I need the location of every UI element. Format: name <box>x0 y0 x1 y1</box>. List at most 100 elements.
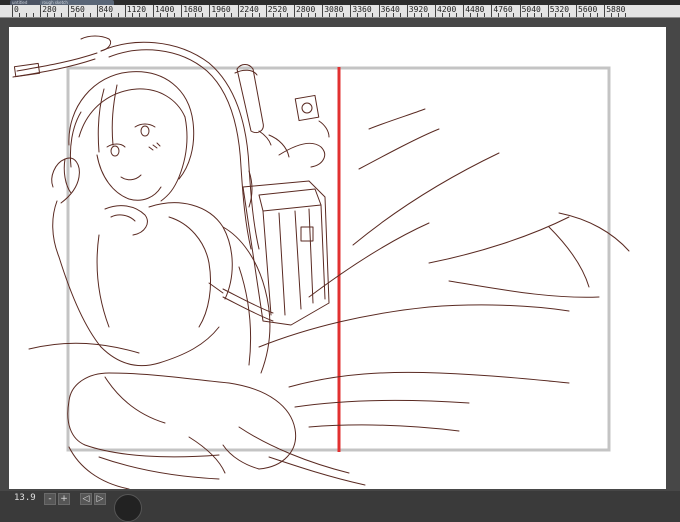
ruler-tick <box>265 5 267 17</box>
ruler-minor-tick <box>618 13 620 17</box>
ruler-minor-tick <box>371 13 373 17</box>
ruler-minor-tick <box>272 13 274 17</box>
ruler-minor-tick <box>286 13 288 17</box>
ruler-tick <box>547 5 549 17</box>
ruler-tick <box>181 5 183 17</box>
character-sketch <box>12 35 630 489</box>
ruler-tick-label: 1120 <box>126 5 147 14</box>
horizontal-ruler[interactable]: 0 280 560 840 1120 1400 1680 1960 2240 2520 2800 30… <box>0 5 680 18</box>
ruler-tick <box>519 5 521 17</box>
ruler-minor-tick <box>202 13 204 17</box>
sketch-layer <box>12 35 630 489</box>
ruler-tick-label: 4760 <box>493 5 513 14</box>
ruler-tick-label: 5040 <box>521 5 541 14</box>
ruler-minor-tick <box>174 13 176 17</box>
ruler-minor-tick <box>145 13 147 17</box>
ruler-tick-label: 2520 <box>267 5 288 14</box>
ruler-minor-tick <box>336 13 338 17</box>
ruler-minor-tick <box>131 13 133 17</box>
ruler-tick <box>350 5 352 17</box>
ruler-minor-tick <box>258 13 260 17</box>
ruler-minor-tick <box>19 13 21 17</box>
ruler-minor-tick <box>512 13 514 17</box>
ruler-tick <box>463 5 465 17</box>
ruler-minor-tick <box>244 13 246 17</box>
ruler-minor-tick <box>357 13 359 17</box>
ruler-tick <box>96 5 98 17</box>
ruler-tick <box>322 5 324 17</box>
ruler-minor-tick <box>138 13 140 17</box>
ruler-minor-tick <box>160 13 162 17</box>
ruler-minor-tick <box>47 13 49 17</box>
navigator-ball-icon[interactable] <box>114 494 142 522</box>
ruler-minor-tick <box>110 13 112 17</box>
ruler-tick <box>576 5 577 17</box>
ruler-tick <box>237 5 239 17</box>
ruler-tick <box>153 5 154 17</box>
ruler-minor-tick <box>329 13 331 17</box>
ruler-minor-tick <box>315 13 317 17</box>
ruler-minor-tick <box>540 13 542 17</box>
ruler-minor-tick <box>477 13 479 17</box>
ruler-minor-tick <box>498 13 500 17</box>
zoom-out-button[interactable]: - <box>44 493 56 505</box>
ruler-tick-label: 1960 <box>211 5 231 14</box>
zoom-readout[interactable]: 13.9 <box>14 493 36 503</box>
ruler-minor-tick <box>583 13 585 17</box>
ruler-minor-tick <box>75 13 77 17</box>
ruler-minor-tick <box>61 13 63 17</box>
ruler-tick <box>435 5 436 17</box>
ruler-minor-tick <box>484 13 486 17</box>
ruler-minor-tick <box>611 13 613 17</box>
ruler-tick-label: 2240 <box>239 5 259 14</box>
ruler-minor-tick <box>625 13 627 17</box>
rotate-left-button[interactable]: ◁ <box>80 493 92 505</box>
ruler-tick-label: 4200 <box>437 5 457 14</box>
rotate-right-button[interactable]: ▷ <box>94 493 106 505</box>
ruler-minor-tick <box>195 13 197 17</box>
ruler-tick <box>209 5 211 17</box>
ruler-minor-tick <box>420 13 422 17</box>
ruler-minor-tick <box>413 13 415 17</box>
ruler-minor-tick <box>82 13 84 17</box>
ruler-minor-tick <box>89 13 91 17</box>
ruler-minor-tick <box>561 13 563 17</box>
ruler-minor-tick <box>279 13 281 17</box>
ruler-tick-label: 3360 <box>352 5 372 14</box>
ruler-minor-tick <box>167 13 169 17</box>
ruler-tick-label: 5600 <box>578 5 598 14</box>
ruler-minor-tick <box>526 13 528 17</box>
ruler-minor-tick <box>230 13 232 17</box>
ruler-minor-tick <box>26 13 28 17</box>
ruler-minor-tick <box>533 13 535 17</box>
drawing-canvas[interactable] <box>9 27 666 489</box>
ruler-tick <box>491 5 493 17</box>
ruler-minor-tick <box>427 13 429 17</box>
ruler-minor-tick <box>568 13 570 17</box>
ruler-minor-tick <box>188 13 190 17</box>
ruler-tick <box>68 5 70 17</box>
ruler-minor-tick <box>456 13 458 17</box>
ruler-tick <box>124 5 126 17</box>
ruler-minor-tick <box>392 13 394 17</box>
ruler-minor-tick <box>54 13 56 17</box>
ruler-tick <box>406 5 408 17</box>
ruler-minor-tick <box>364 13 366 17</box>
ruler-minor-tick <box>449 13 451 17</box>
ruler-tick <box>12 5 13 17</box>
ruler-minor-tick <box>590 13 592 17</box>
ruler-minor-tick <box>103 13 105 17</box>
ruler-minor-tick <box>442 13 444 17</box>
ruler-minor-tick <box>301 13 303 17</box>
vertical-scrollbar[interactable] <box>666 36 680 509</box>
zoom-in-button[interactable]: + <box>58 493 70 505</box>
ruler-minor-tick <box>470 13 472 17</box>
ruler-tick-label: 2800 <box>296 5 316 14</box>
ruler-minor-tick <box>385 13 387 17</box>
ruler-minor-tick <box>223 13 225 17</box>
ruler-minor-tick <box>597 13 599 17</box>
ruler-minor-tick <box>554 13 556 17</box>
ruler-minor-tick <box>251 13 253 17</box>
ruler-tick-label: 1400 <box>155 5 175 14</box>
ruler-tick-label: 5880 <box>606 5 626 14</box>
